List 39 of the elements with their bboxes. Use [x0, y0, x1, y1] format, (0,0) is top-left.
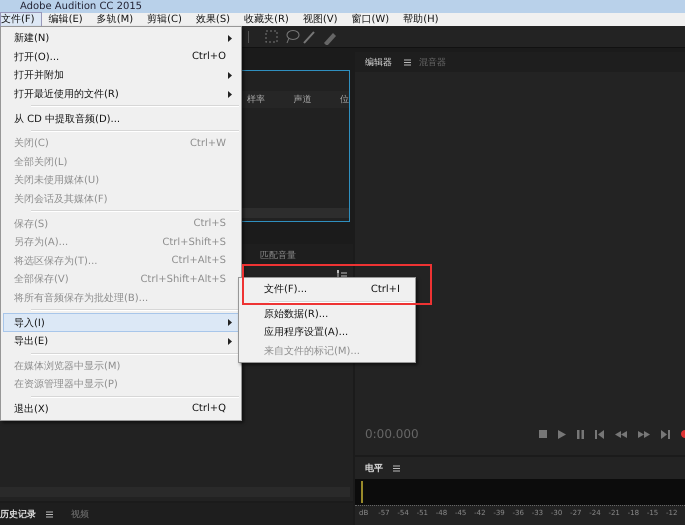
- panel-title: 电平: [365, 462, 383, 474]
- rewind-icon[interactable]: [615, 430, 627, 438]
- skip-back-icon[interactable]: [595, 430, 604, 438]
- column-header[interactable]: 位: [340, 93, 349, 106]
- menu-item[interactable]: 原始数据(R)...: [241, 304, 413, 324]
- column-header[interactable]: 样率: [247, 93, 294, 106]
- panel-menu-icon[interactable]: [404, 58, 411, 66]
- menu-bar-item[interactable]: 视图(V): [296, 12, 344, 27]
- menu-bar-item[interactable]: 剪辑(C): [140, 12, 189, 27]
- menu-bar-item[interactable]: 收藏夹(R): [237, 12, 296, 27]
- panel-menu-icon[interactable]: [46, 510, 53, 518]
- panel-tab[interactable]: 历史记录: [0, 508, 46, 520]
- skip-forward-icon[interactable]: [661, 430, 670, 438]
- menu-item[interactable]: 打开并附加: [3, 66, 239, 85]
- menu-bar-item[interactable]: 文件(F): [0, 12, 42, 27]
- panel-tab[interactable]: 视频: [61, 508, 99, 520]
- menu-bar-item[interactable]: 编辑(E): [42, 12, 90, 27]
- window-title: Adobe Audition CC 2015: [20, 0, 142, 12]
- menu-bar-item[interactable]: 效果(S): [188, 12, 238, 27]
- pause-icon[interactable]: [577, 430, 584, 438]
- panel-tab[interactable]: 匹配音量: [260, 248, 296, 262]
- menu-item[interactable]: 导入(I): [3, 313, 239, 332]
- time-display: 0:00.000: [365, 427, 419, 441]
- menu-bar-item[interactable]: 窗口(W): [344, 12, 396, 27]
- panel-tab[interactable]: 编辑器: [365, 56, 404, 68]
- menu-item[interactable]: 打开(O)... Ctrl+O: [3, 48, 239, 66]
- menu-item[interactable]: 应用程序设置(A)...: [241, 323, 413, 342]
- menu-bar-item[interactable]: 帮助(H): [396, 12, 446, 27]
- menu-item[interactable]: 从 CD 中提取音频(D)...: [3, 109, 239, 128]
- play-icon[interactable]: [558, 430, 566, 438]
- fast-forward-icon[interactable]: [638, 430, 650, 438]
- menu-item[interactable]: 打开最近使用的文件(R): [3, 84, 239, 104]
- column-header[interactable]: 声道: [294, 93, 340, 106]
- menu-item[interactable]: 导出(E): [3, 332, 239, 350]
- panel-menu-icon[interactable]: [393, 464, 400, 472]
- menu-bar-item[interactable]: 多轨(M): [90, 12, 140, 27]
- selection-tools-icon[interactable]: [248, 28, 338, 44]
- menu-item[interactable]: 退出(X) Ctrl+Q: [3, 400, 239, 418]
- menu-item[interactable]: 文件(F)... Ctrl+I: [241, 280, 413, 299]
